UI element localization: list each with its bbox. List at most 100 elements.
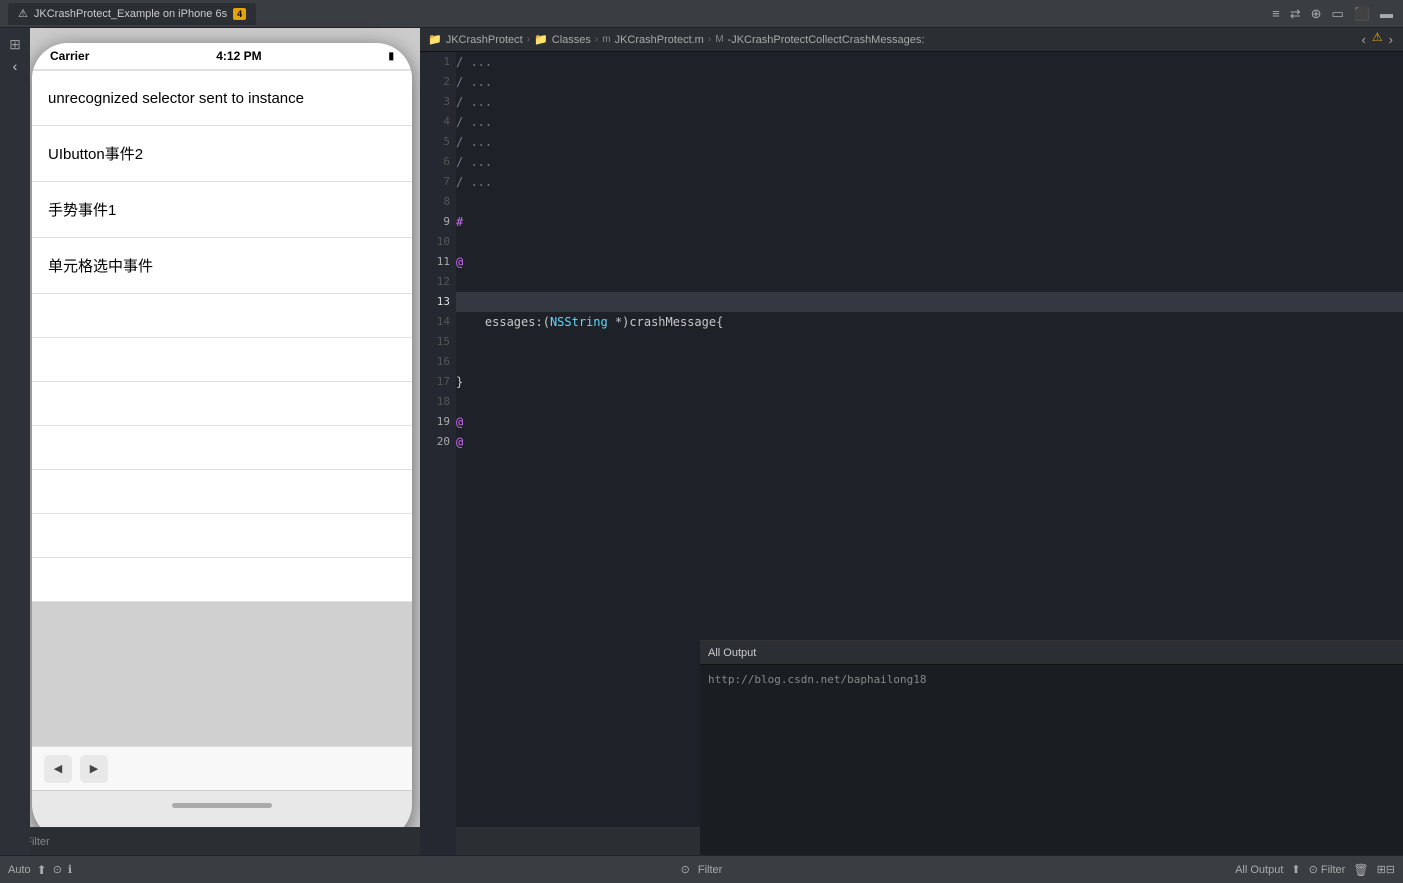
- code-nsstring-keyword: NSString: [550, 315, 608, 329]
- list-item-1[interactable]: unrecognized selector sent to instance: [32, 70, 412, 126]
- all-output-label: All Output: [1235, 864, 1283, 876]
- status-up-icon-right[interactable]: ⬆: [1291, 863, 1300, 876]
- top-bar-icons: ≡ ⇄ ⊕ ▭ ⬛ ▬: [1270, 4, 1403, 24]
- list-item-3[interactable]: 手势事件1: [32, 182, 412, 238]
- iphone-toolbar: ◀ ▶: [32, 746, 412, 790]
- breadcrumb-item-1[interactable]: 📁 JKCrashProtect: [428, 33, 523, 46]
- breadcrumb-label-1: JKCrashProtect: [446, 34, 523, 46]
- list-item-2-text: UIbutton事件2: [48, 143, 143, 164]
- iphone-table: unrecognized selector sent to instance U…: [32, 70, 412, 602]
- tab-simulator[interactable]: ⚠ JKCrashProtect_Example on iPhone 6s 4: [8, 3, 256, 25]
- debug-tab-label: All Output: [708, 647, 756, 659]
- breadcrumb-method-icon: M: [715, 34, 723, 45]
- breadcrumb-sep-3: ›: [708, 34, 711, 45]
- code-line-5: / ...: [456, 132, 1403, 152]
- breadcrumb-prev[interactable]: ‹: [1360, 30, 1368, 49]
- line-num-17: 17: [420, 372, 456, 392]
- line-num-11: 11: [420, 252, 456, 272]
- line-num-5: 5: [420, 132, 456, 152]
- iphone-status-bar: Carrier 4:12 PM ▮: [32, 43, 412, 69]
- line-num-6: 6: [420, 152, 456, 172]
- line-num-13: 13: [420, 292, 456, 312]
- list-item-empty-4: [32, 426, 412, 470]
- line-num-7: 7: [420, 172, 456, 192]
- breadcrumb-item-4[interactable]: M -JKCrashProtectCollectCrashMessages:: [715, 34, 924, 46]
- code-line-18: [456, 392, 1403, 412]
- breadcrumb-bar: 📁 JKCrashProtect › 📁 Classes › m JKCrash…: [420, 28, 1403, 52]
- list-item-empty-1: [32, 294, 412, 338]
- sidebar-icon-grid[interactable]: ⊞: [9, 36, 21, 53]
- breadcrumb-nav: ‹ ⚠ ›: [1360, 30, 1395, 49]
- status-up-icon[interactable]: ⬆: [37, 863, 47, 877]
- code-line-20: @: [456, 432, 1403, 452]
- list-item-empty-3: [32, 382, 412, 426]
- editor-mode-icon[interactable]: ≡: [1270, 4, 1282, 23]
- line-num-9: 9: [420, 212, 456, 232]
- toolbar-btn-1[interactable]: ◀: [44, 755, 72, 783]
- filter-btn-right[interactable]: ⊙ Filter: [1309, 863, 1346, 876]
- layout-icon-3[interactable]: ▬: [1378, 4, 1395, 23]
- breadcrumb-item-3[interactable]: m JKCrashProtect.m: [602, 34, 704, 46]
- code-line-9: #: [456, 212, 1403, 232]
- breadcrumb-folder-icon-1: 📁: [428, 33, 442, 46]
- code-line-3: / ...: [456, 92, 1403, 112]
- list-item-1-text: unrecognized selector sent to instance: [48, 90, 304, 107]
- code-line-16: [456, 352, 1403, 372]
- list-item-2[interactable]: UIbutton事件2: [32, 126, 412, 182]
- list-item-empty-7: [32, 558, 412, 602]
- top-bar-left: ⚠ JKCrashProtect_Example on iPhone 6s 4: [0, 3, 1270, 25]
- top-bar: ⚠ JKCrashProtect_Example on iPhone 6s 4 …: [0, 0, 1403, 28]
- code-line-7: / ...: [456, 172, 1403, 192]
- breadcrumb-sep-1: ›: [527, 34, 530, 45]
- sidebar-icon-back[interactable]: ‹: [13, 58, 18, 74]
- breadcrumb-sep-2: ›: [595, 34, 598, 45]
- code-line-2: / ...: [456, 72, 1403, 92]
- debug-panel: All Output http://blog.csdn.net/baphailo…: [700, 640, 1403, 855]
- tab-warning-icon: ⚠: [18, 7, 28, 20]
- output-layout-icons[interactable]: ⊞⊟: [1377, 863, 1395, 876]
- code-line-11: @: [456, 252, 1403, 272]
- clear-btn[interactable]: 🗑: [1353, 863, 1368, 877]
- assistant-editor-icon[interactable]: ⇄: [1288, 4, 1303, 24]
- layout-icon-2[interactable]: ⬛: [1352, 4, 1372, 24]
- filter-label: ⊙: [681, 863, 690, 876]
- breadcrumb-item-2[interactable]: 📁 Classes: [534, 33, 591, 46]
- layout-icon-1[interactable]: ▭: [1330, 4, 1346, 24]
- status-bar: Auto ⬆ ⊙ ℹ ⊙ Filter All Output ⬆ ⊙ Filte…: [0, 855, 1403, 883]
- code-line-13: essages:(NSString *)crashMessage{: [456, 292, 1403, 312]
- line-num-12: 12: [420, 272, 456, 292]
- status-right: All Output ⬆ ⊙ Filter 🗑 ⊞⊟: [1235, 863, 1395, 877]
- list-item-empty-2: [32, 338, 412, 382]
- toolbar-btn-2[interactable]: ▶: [80, 755, 108, 783]
- simulator-bg: ⊞ ‹ Carrier 4:12 PM ▮ unrecognized selec…: [0, 28, 420, 855]
- code-snippet-suffix: *)crashMessage{: [608, 315, 724, 329]
- debug-content: http://blog.csdn.net/baphailong18: [700, 665, 1403, 694]
- status-info-icon[interactable]: ℹ: [68, 863, 72, 876]
- code-snippet-prefix: essages:(: [485, 315, 550, 329]
- code-line-1: / ...: [456, 52, 1403, 72]
- list-item-4[interactable]: 单元格选中事件: [32, 238, 412, 294]
- status-circle-icon[interactable]: ⊙: [53, 863, 62, 876]
- iphone-home-indicator: [172, 803, 272, 808]
- filter-text: Filter: [698, 864, 722, 876]
- iphone-time: 4:12 PM: [216, 49, 261, 63]
- line-num-16: 16: [420, 352, 456, 372]
- debug-url: http://blog.csdn.net/baphailong18: [708, 673, 927, 686]
- version-editor-icon[interactable]: ⊕: [1309, 4, 1324, 24]
- list-item-4-text: 单元格选中事件: [48, 255, 153, 276]
- breadcrumb-label-2: Classes: [552, 34, 591, 46]
- line-num-3: 3: [420, 92, 456, 112]
- iphone-carrier: Carrier: [50, 49, 89, 63]
- iphone-battery-icon: ▮: [388, 51, 394, 62]
- breadcrumb-file-icon: m: [602, 34, 610, 45]
- warning-badge: 4: [233, 8, 246, 20]
- breadcrumb-folder-icon-2: 📁: [534, 33, 548, 46]
- bottom-filter-bar: ⊙ Filter: [0, 827, 700, 855]
- line-num-18: 18: [420, 392, 456, 412]
- breadcrumb-next[interactable]: ›: [1387, 30, 1395, 49]
- code-line-10: [456, 232, 1403, 252]
- code-line-15: [456, 332, 1403, 352]
- editor-line-numbers: 1 2 3 4 5 6 7 8 9 10 11 12 13 14 15 16 1…: [420, 52, 456, 855]
- code-line-8: [456, 192, 1403, 212]
- line-num-10: 10: [420, 232, 456, 252]
